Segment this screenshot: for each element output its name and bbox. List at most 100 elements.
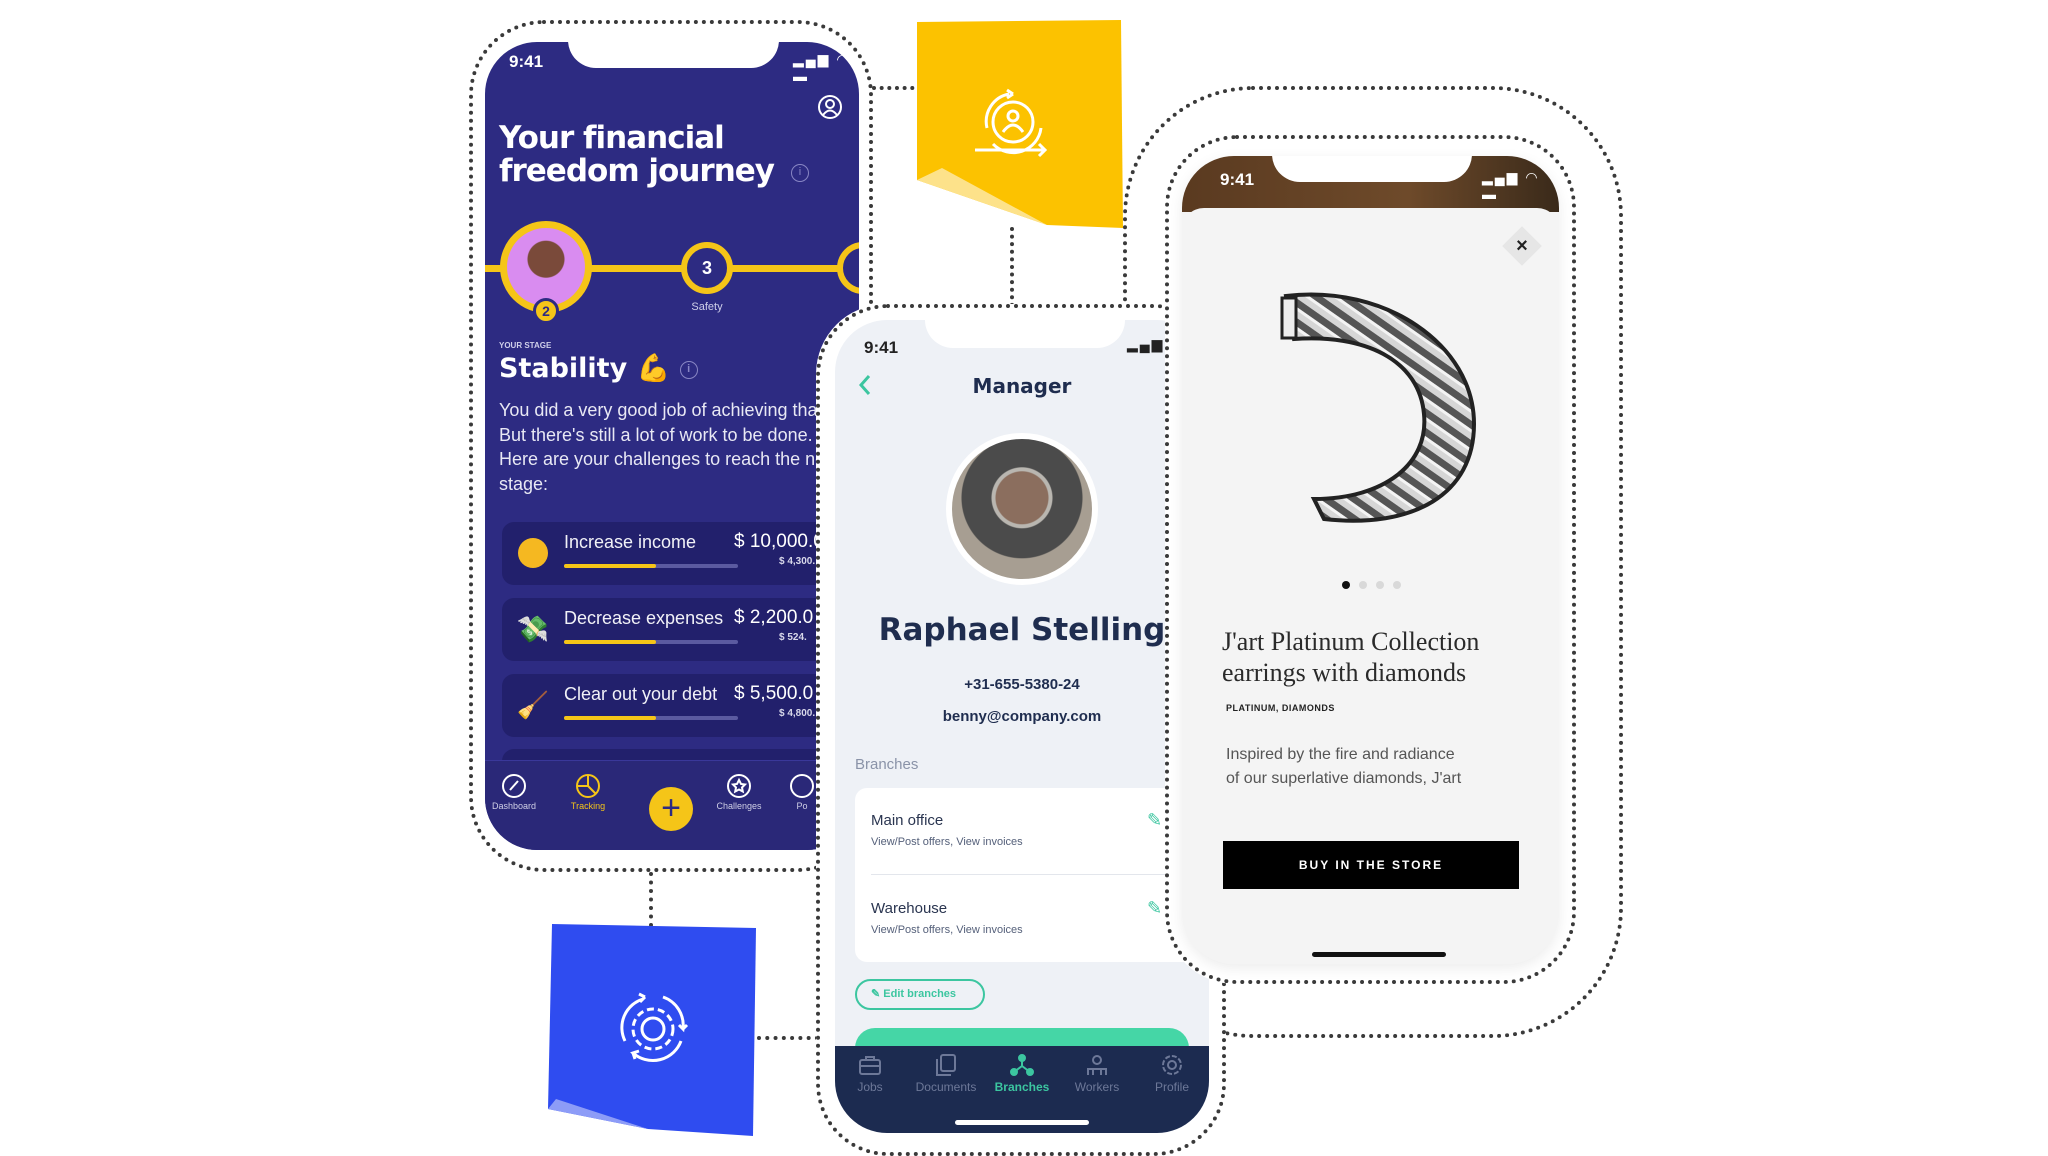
nav-dashboard[interactable]: Dashboard [485, 773, 549, 811]
challenge-card[interactable]: 🧹 Clear out your debt $ 5,500.0 $ 4,800. [502, 674, 859, 737]
challenge-progress [564, 716, 738, 720]
manager-name: Raphael Stelling [878, 612, 1166, 648]
connector-line [649, 872, 653, 927]
nav-label: Challenges [716, 801, 762, 811]
branch-permissions: View/Post offers, View invoices [871, 836, 1023, 848]
challenge-label: Clear out your debt [564, 684, 718, 704]
bottom-nav: Dashboard Tracking + Challenges Po [485, 760, 859, 850]
challenge-current: $ 4,800. [779, 708, 816, 719]
finance-app-phone: 9:41 ▂▄▆ ◠ ▬ Your financial freedom jour… [485, 42, 859, 850]
nav-branches[interactable]: Branches [984, 1054, 1060, 1094]
nav-documents[interactable]: Documents [908, 1054, 984, 1094]
carousel-dot[interactable] [1393, 581, 1401, 589]
product-image [1280, 292, 1477, 523]
jewelry-app-phone: 9:41 ▂▄▆ ◠ ▬ × J'art Platinum Collection… [1182, 156, 1559, 964]
home-indicator [1312, 952, 1446, 957]
carousel-dot-active[interactable] [1342, 581, 1350, 589]
branch-permissions: View/Post offers, View invoices [871, 924, 1023, 936]
gauge-icon [502, 774, 526, 798]
next-stage-circle[interactable]: 3 [681, 242, 733, 294]
connector-line [1010, 227, 1014, 307]
nav-label: Jobs [857, 1080, 883, 1094]
header-title: Manager [972, 374, 1072, 398]
manager-app-phone: 9:41 ▂▄▆ ◠ Manager Raphael Stelling +31-… [835, 320, 1209, 1133]
description-line: But there's still a lot of work to be do… [499, 424, 813, 445]
phone-notch [1272, 156, 1472, 182]
branch-name: Main office [871, 812, 944, 829]
nav-label: Profile [1154, 1080, 1189, 1094]
close-icon[interactable]: × [1508, 232, 1536, 260]
description-line: You did a very good job of achieving tha [499, 400, 818, 420]
carousel-dots [1342, 581, 1401, 589]
manager-phone[interactable]: +31-655-5380-24 [835, 676, 1209, 693]
nav-workers[interactable]: Workers [1059, 1054, 1135, 1094]
stage-description: You did a very good job of achieving tha… [499, 398, 859, 496]
nav-jobs[interactable]: Jobs [835, 1054, 908, 1094]
nav-profile[interactable]: Profile [1134, 1054, 1209, 1094]
nav-label: Tracking [570, 801, 606, 811]
nav-challenges[interactable]: Challenges [704, 773, 774, 811]
status-time: 9:41 [509, 52, 544, 71]
blue-sticky-note [548, 924, 758, 1136]
edit-branches-button[interactable]: ✎ Edit branches [855, 979, 985, 1010]
connector-line [757, 1036, 819, 1040]
challenge-card[interactable]: Increase income $ 10,000.0 $ 4,300. [502, 522, 859, 585]
future-stage-circle[interactable] [837, 242, 859, 294]
challenge-current: $ 524. [779, 632, 807, 643]
phone-notch [568, 42, 779, 68]
coin-icon [516, 536, 550, 570]
carousel-dot[interactable] [1359, 581, 1367, 589]
challenge-progress [564, 640, 738, 644]
manager-email[interactable]: benny@company.com [835, 708, 1209, 725]
status-icons: ▂▄▆ ◠ ▬ [1482, 169, 1540, 202]
page-title: Your financial freedom journey [499, 120, 775, 189]
challenge-target: $ 10,000.0 [734, 531, 824, 552]
description-line: of our superlative diamonds, J'art [1226, 770, 1462, 787]
home-indicator [955, 1120, 1089, 1125]
documents-icon [936, 1054, 956, 1076]
nav-label: Branches [994, 1080, 1050, 1094]
pie-chart-icon [576, 774, 600, 798]
connector-line [872, 86, 922, 90]
carousel-dot[interactable] [1376, 581, 1384, 589]
stage-name-text: Stability [499, 353, 628, 384]
workers-icon [1087, 1055, 1107, 1075]
progress-fill [564, 564, 657, 568]
product-tags: PLATINUM, DIAMONDS [1226, 703, 1335, 713]
challenge-progress [564, 564, 738, 568]
add-button[interactable]: + [649, 787, 693, 831]
status-time: 9:41 [1220, 170, 1255, 189]
nav-label: Po [796, 801, 808, 811]
edit-branches-label: Edit branches [883, 988, 957, 1000]
status-time: 9:41 [864, 338, 899, 357]
manager-avatar [946, 433, 1098, 585]
flexed-arm-icon: 💪 [636, 353, 671, 384]
description-line: stage: [499, 473, 549, 494]
gear-cycle-icon [620, 992, 689, 1063]
edit-pencil-icon[interactable]: ✎ [1147, 898, 1162, 919]
profile-icon[interactable] [817, 94, 843, 120]
nav-tracking[interactable]: Tracking [553, 773, 623, 811]
info-icon[interactable]: i [791, 164, 809, 182]
phone-notch [925, 320, 1125, 348]
next-stage-label: Safety [691, 301, 723, 313]
buy-in-store-button[interactable]: BUY IN THE STORE [1223, 841, 1519, 889]
section-label: Branches [855, 756, 919, 773]
branch-name: Warehouse [871, 900, 948, 917]
divider [871, 874, 1209, 875]
challenge-target: $ 2,200.0 [734, 607, 814, 628]
description-line: Here are your challenges to reach the ne [499, 449, 826, 469]
edit-pencil-icon[interactable]: ✎ [1147, 810, 1162, 831]
challenge-card[interactable]: 💸 Decrease expenses $ 2,200.0 $ 524. [502, 598, 859, 661]
user-cycle-icon [975, 88, 1048, 158]
title-line: J'art Platinum Collection [1222, 627, 1480, 656]
info-icon[interactable]: i [679, 360, 698, 379]
briefcase-icon [859, 1056, 881, 1075]
product-title: J'art Platinum Collection earrings with … [1222, 626, 1479, 688]
challenge-label: Decrease expenses [564, 608, 724, 628]
branches-icon [1010, 1054, 1034, 1076]
yellow-sticky-note [917, 20, 1123, 228]
title-line: earrings with diamonds [1222, 658, 1467, 687]
challenge-target: $ 5,500.0 [734, 683, 814, 704]
stage-name: Stability 💪 i [499, 352, 698, 384]
